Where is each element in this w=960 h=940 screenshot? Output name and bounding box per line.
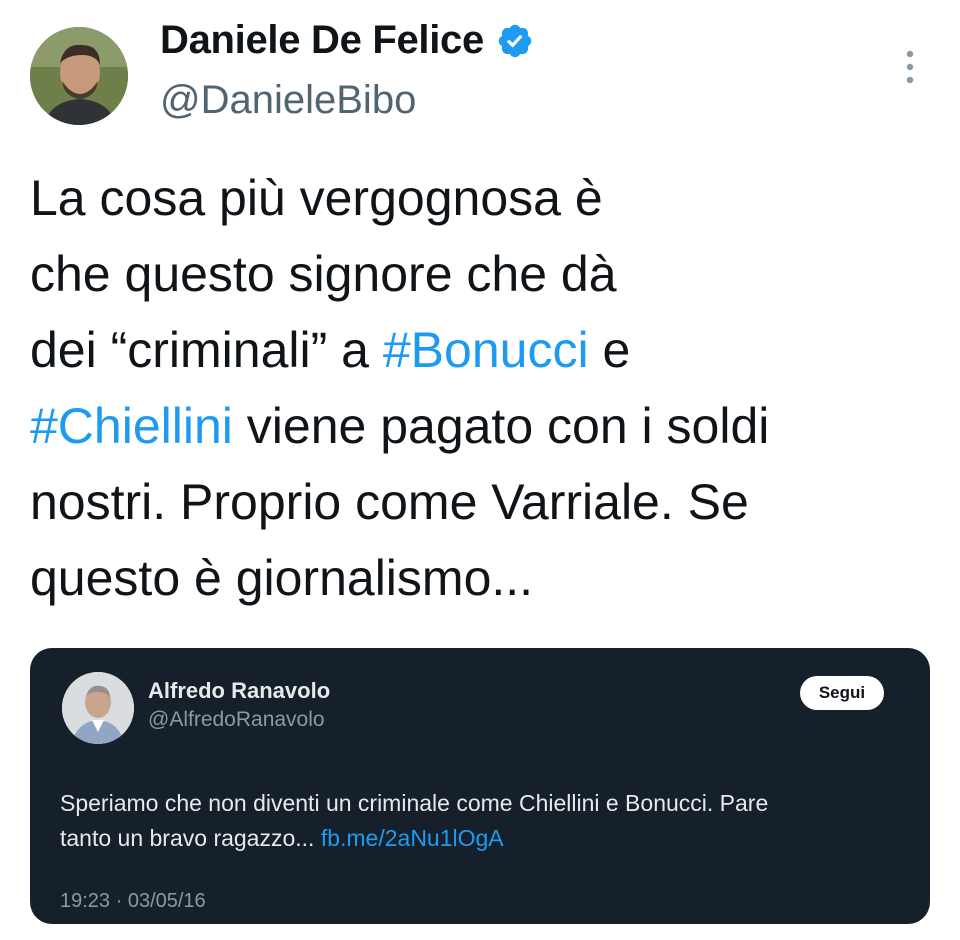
quoted-author-name[interactable]: Alfredo Ranavolo bbox=[148, 678, 330, 704]
tweet-text-line: questo è giornalismo... bbox=[30, 540, 940, 616]
tweet-text-line: La cosa più vergognosa è bbox=[30, 160, 940, 236]
tweet-text-line: che questo signore che dà bbox=[30, 236, 940, 312]
tweet-text-fragment: viene pagato con i soldi bbox=[232, 398, 770, 454]
quoted-author-handle[interactable]: @AlfredoRanavolo bbox=[148, 708, 325, 732]
tweet-text-fragment: dei “criminali” a bbox=[30, 322, 383, 378]
tweet-text-line: nostri. Proprio come Varriale. Se bbox=[30, 464, 940, 540]
tweet-text-fragment: nostri. Proprio come Varriale. Se bbox=[30, 474, 749, 530]
verified-badge-icon bbox=[498, 24, 532, 57]
author-avatar[interactable] bbox=[30, 27, 128, 125]
quoted-author-avatar[interactable] bbox=[62, 672, 134, 744]
tweet-text-line: #Chiellini viene pagato con i soldi bbox=[30, 388, 940, 464]
author-name-row: Daniele De Felice bbox=[160, 18, 534, 63]
vertical-dots-icon[interactable] bbox=[896, 48, 924, 88]
tweet-text-line: dei “criminali” a #Bonucci e bbox=[30, 312, 940, 388]
follow-button[interactable]: Segui bbox=[800, 676, 884, 710]
tweet-text-fragment: e bbox=[588, 322, 631, 378]
author-handle[interactable]: @DanieleBibo bbox=[160, 78, 416, 123]
profile-photo-icon bbox=[62, 672, 134, 744]
tweet-text-fragment: che questo signore che dà bbox=[30, 246, 617, 302]
hashtag-link[interactable]: #Chiellini bbox=[30, 398, 233, 454]
quoted-text-fragment: tanto un bravo ragazzo... bbox=[60, 825, 321, 851]
quoted-text-line: Speriamo che non diventi un criminale co… bbox=[60, 790, 769, 816]
author-name[interactable]: Daniele De Felice bbox=[160, 18, 484, 63]
tweet-text: La cosa più vergognosa è che questo signo… bbox=[30, 160, 940, 616]
hashtag-link[interactable]: #Bonucci bbox=[383, 322, 589, 378]
quoted-link[interactable]: fb.me/2aNu1lOgA bbox=[321, 825, 504, 851]
quoted-tweet-text: Speriamo che non diventi un criminale co… bbox=[60, 786, 910, 856]
tweet-text-fragment: questo è giornalismo... bbox=[30, 550, 534, 606]
tweet-text-fragment: La cosa più vergognosa è bbox=[30, 170, 603, 226]
quoted-timestamp[interactable]: 19:23 · 03/05/16 bbox=[60, 890, 206, 913]
quoted-text-line: tanto un bravo ragazzo... fb.me/2aNu1lOg… bbox=[60, 821, 910, 856]
quoted-tweet-card[interactable]: Alfredo Ranavolo @AlfredoRanavolo Segui … bbox=[30, 648, 930, 924]
profile-photo-icon bbox=[30, 27, 128, 125]
